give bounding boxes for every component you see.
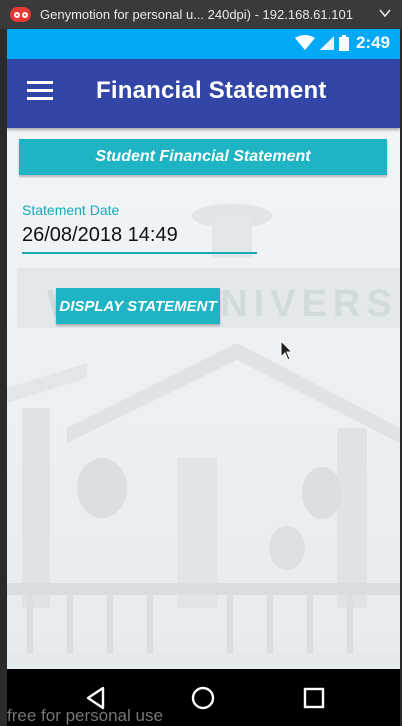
app-bar: Financial Statement (7, 59, 400, 128)
mouse-pointer-icon (280, 340, 294, 361)
watermark-text: free for personal use (7, 706, 163, 725)
signal-icon (319, 36, 334, 50)
device-screen: WANI UNIVERSITY 2:49 Finan (7, 29, 400, 669)
statement-date-field[interactable]: 26/08/2018 14:49 (22, 224, 257, 254)
status-time: 2:49 (355, 33, 390, 52)
student-financial-statement-banner: Student Financial Statement (19, 139, 387, 175)
recents-icon[interactable] (301, 685, 327, 711)
chevron-down-icon[interactable] (378, 6, 392, 23)
status-bar: 2:49 (7, 29, 400, 59)
battery-icon (338, 35, 349, 51)
window-title: Genymotion for personal u... 240dpi) - 1… (40, 7, 353, 22)
statement-date-label: Statement Date (22, 202, 120, 218)
wifi-icon (294, 35, 315, 50)
emulator-title-bar: Genymotion for personal u... 240dpi) - 1… (0, 0, 402, 29)
display-statement-button[interactable]: DISPLAY STATEMENT (56, 288, 220, 324)
hamburger-menu-icon[interactable] (27, 81, 53, 105)
page-title: Financial Statement (96, 77, 327, 104)
genymotion-logo-icon (10, 7, 31, 22)
home-icon[interactable] (190, 685, 216, 711)
